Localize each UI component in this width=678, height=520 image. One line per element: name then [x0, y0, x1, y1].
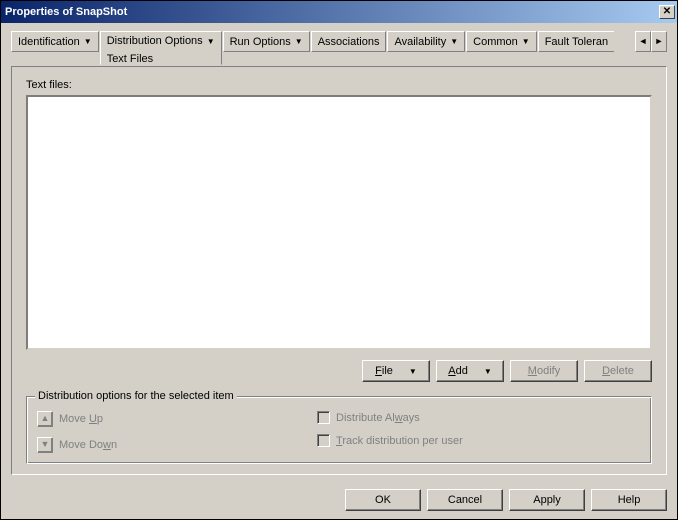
text-files-label: Text files: [26, 79, 652, 91]
tab-fault-tolerance[interactable]: Fault Toleran [538, 31, 614, 52]
window-body: Identification ▼ Distribution Options ▼ … [1, 23, 677, 483]
apply-button[interactable]: Apply [509, 489, 585, 511]
checkbox-icon [317, 434, 330, 447]
file-button-row: File ▼ Add ▼ Modify Delete [26, 360, 652, 382]
ok-button[interactable]: OK [345, 489, 421, 511]
arrow-down-icon: ▼ [37, 437, 53, 453]
distribute-always-checkbox[interactable]: Distribute Always [317, 411, 463, 424]
close-button[interactable]: ✕ [659, 5, 675, 19]
cancel-button[interactable]: Cancel [427, 489, 503, 511]
chevron-down-icon: ▼ [450, 37, 458, 46]
move-up-button[interactable]: ▲ Move Up [37, 411, 317, 427]
tab-distribution-options[interactable]: Distribution Options ▼ Text Files [100, 31, 222, 65]
tab-subtitle: Text Files [107, 51, 153, 65]
group-legend: Distribution options for the selected it… [35, 390, 237, 402]
modify-button-rest: odify [537, 365, 560, 377]
tab-associations[interactable]: Associations [311, 31, 387, 52]
chevron-down-icon: ▼ [484, 367, 492, 376]
chevron-down-icon: ▼ [409, 367, 417, 376]
dialog-footer: OK Cancel Apply Help [1, 483, 677, 519]
tab-scroll-left[interactable]: ◄ [635, 31, 651, 52]
tab-bar: Identification ▼ Distribution Options ▼ … [11, 31, 667, 67]
titlebar: Properties of SnapShot ✕ [1, 1, 677, 23]
checkbox-icon [317, 411, 330, 424]
tab-common[interactable]: Common ▼ [466, 31, 537, 52]
delete-button[interactable]: Delete [584, 360, 652, 382]
help-button[interactable]: Help [591, 489, 667, 511]
chevron-down-icon: ▼ [84, 37, 92, 46]
content-panel: Text files: File ▼ Add ▼ Modify Delete [11, 66, 667, 475]
chevron-down-icon: ▼ [522, 37, 530, 46]
tab-scroll: ◄ ► [635, 31, 667, 52]
file-button[interactable]: File ▼ [362, 360, 430, 382]
delete-button-rest: elete [610, 365, 634, 377]
chevron-down-icon: ▼ [207, 37, 215, 46]
window-title: Properties of SnapShot [5, 6, 659, 18]
properties-window: Properties of SnapShot ✕ Identification … [0, 0, 678, 520]
chevron-down-icon: ▼ [295, 37, 303, 46]
tab-scroll-right[interactable]: ► [651, 31, 667, 52]
text-files-listbox[interactable] [26, 95, 652, 350]
add-button-rest: dd [456, 365, 468, 377]
track-distribution-checkbox[interactable]: Track distribution per user [317, 434, 463, 447]
distribution-options-group: Distribution options for the selected it… [26, 396, 652, 464]
tab-run-options[interactable]: Run Options ▼ [223, 31, 310, 52]
modify-button[interactable]: Modify [510, 360, 578, 382]
move-down-button[interactable]: ▼ Move Down [37, 437, 317, 453]
arrow-up-icon: ▲ [37, 411, 53, 427]
tab-identification[interactable]: Identification ▼ [11, 31, 99, 52]
add-button[interactable]: Add ▼ [436, 360, 504, 382]
tab-availability[interactable]: Availability ▼ [387, 31, 465, 52]
file-button-rest: ile [382, 365, 393, 377]
